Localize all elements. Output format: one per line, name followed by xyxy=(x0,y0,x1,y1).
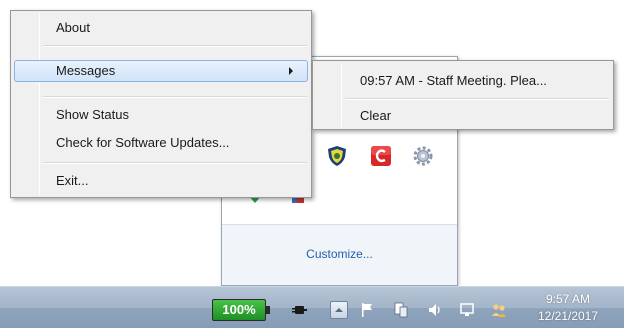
gear-icon[interactable] xyxy=(412,145,434,167)
display-icon[interactable] xyxy=(458,301,476,319)
menu-item-label: Messages xyxy=(56,63,116,78)
menu-item-label: About xyxy=(56,20,90,35)
clock-date: 12/21/2017 xyxy=(537,309,599,323)
network-device-icon[interactable] xyxy=(392,301,410,319)
menu-item-label: Clear xyxy=(360,108,392,123)
customize-link[interactable]: Customize... xyxy=(222,247,457,261)
flag-icon[interactable] xyxy=(358,301,376,319)
red-c-icon[interactable] xyxy=(370,145,392,167)
show-hidden-icons-icon[interactable] xyxy=(330,301,348,319)
menu-item-about[interactable]: About xyxy=(14,17,308,39)
menu-item-label: Check for Software Updates... xyxy=(56,135,230,150)
menu-item-label: Exit... xyxy=(56,173,89,188)
clock-time: 9:57 AM xyxy=(545,292,591,306)
messages-submenu: 09:57 AM - Staff Meeting. Plea... Clear xyxy=(312,60,614,130)
menu-item-label: 09:57 AM - Staff Meeting. Plea... xyxy=(360,73,547,88)
menu-item-label: Show Status xyxy=(56,107,129,122)
system-clock[interactable]: 9:57 AM 12/21/2017 xyxy=(516,291,620,325)
submenu-item-clear[interactable]: Clear xyxy=(316,105,610,127)
menu-item-check-updates[interactable]: Check for Software Updates... xyxy=(14,132,308,154)
menu-separator xyxy=(43,162,307,164)
submenu-item-message[interactable]: 09:57 AM - Staff Meeting. Plea... xyxy=(316,70,610,92)
taskbar: 100% 9:57 AM 12/21/2017 xyxy=(0,286,624,328)
submenu-arrow-icon xyxy=(289,67,293,75)
menu-item-show-status[interactable]: Show Status xyxy=(14,104,308,126)
volume-icon[interactable] xyxy=(426,301,444,319)
menu-separator xyxy=(43,96,307,98)
users-icon[interactable] xyxy=(490,301,508,319)
shield-icon[interactable] xyxy=(326,145,348,167)
plug-icon[interactable] xyxy=(290,301,308,319)
menu-item-messages[interactable]: Messages xyxy=(14,60,308,82)
menu-item-exit[interactable]: Exit... xyxy=(14,170,308,192)
menu-separator xyxy=(345,98,609,100)
battery-indicator[interactable]: 100% xyxy=(212,299,266,321)
menu-separator xyxy=(43,45,307,47)
tray-context-menu: About Messages Show Status Check for Sof… xyxy=(10,10,312,198)
battery-tip xyxy=(266,306,270,314)
